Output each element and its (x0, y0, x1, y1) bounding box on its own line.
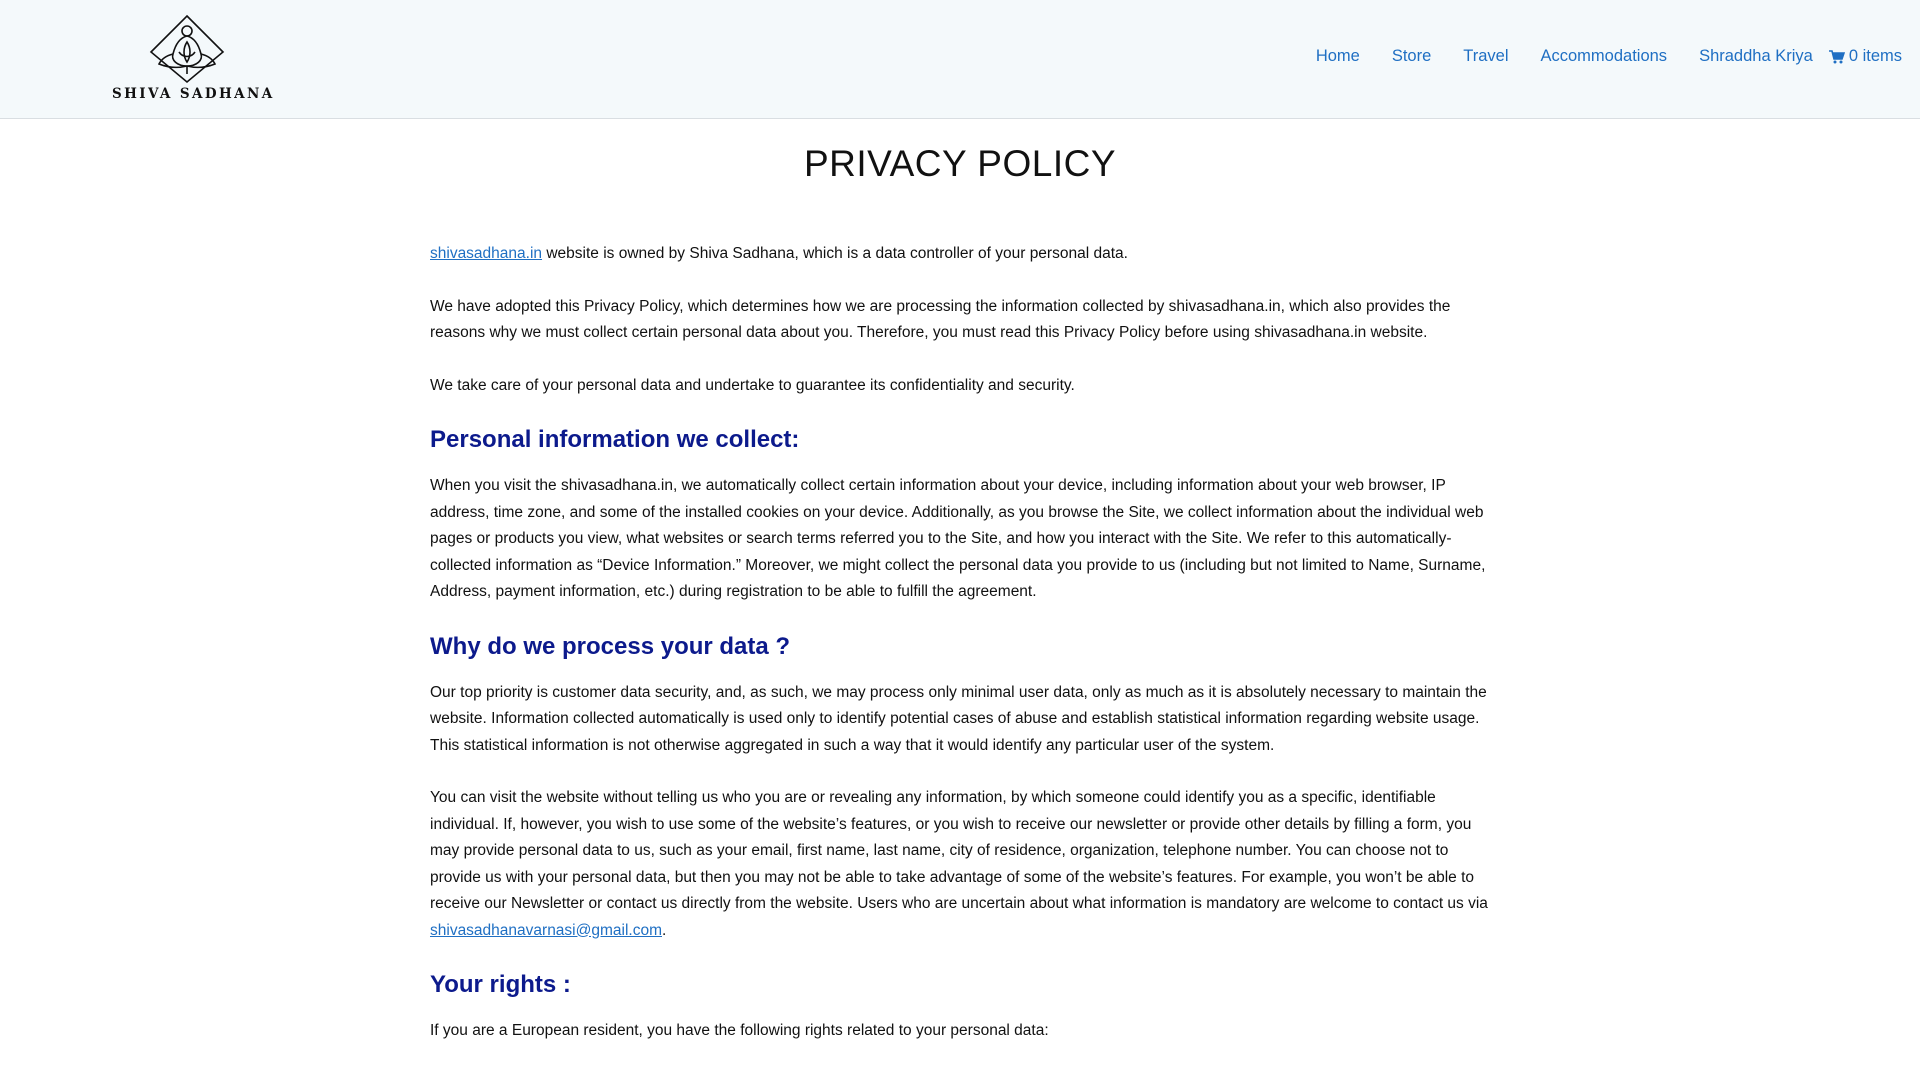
intro-text: website is owned by Shiva Sadhana, which… (542, 245, 1128, 262)
nav-store[interactable]: Store (1392, 47, 1431, 66)
visit-paragraph: You can visit the website without tellin… (430, 785, 1492, 944)
collect-paragraph: When you visit the shivasadhana.in, we a… (430, 477, 1486, 600)
adopted-paragraph: We have adopted this Privacy Policy, whi… (430, 297, 1451, 342)
cart-link[interactable]: 0 items (1828, 47, 1902, 66)
nav-shraddha-kriya[interactable]: Shraddha Kriya (1699, 47, 1813, 66)
rights-paragraph: If you are a European resident, you have… (430, 1022, 1049, 1039)
rights-heading: Your rights : (430, 971, 571, 998)
visit-text: You can visit the website without tellin… (430, 789, 1488, 912)
site-header: SHIVA SADHANA Home Store Travel Accommod… (0, 0, 1920, 119)
meditation-lotus-icon (149, 14, 225, 84)
policy-content: shivasadhana.in website is owned by Shiv… (430, 241, 1492, 1071)
site-link[interactable]: shivasadhana.in (430, 245, 542, 262)
collect-heading: Personal information we collect: (430, 426, 800, 453)
why-heading: Why do we process your data ? (430, 632, 791, 660)
why-paragraph: Our top priority is customer data securi… (430, 683, 1487, 754)
page-title: PRIVACY POLICY (803, 143, 1116, 184)
intro-paragraph: shivasadhana.in website is owned by Shiv… (430, 241, 1492, 268)
logo-text: SHIVA SADHANA (112, 86, 275, 102)
care-paragraph: We take care of your personal data and u… (430, 376, 1075, 394)
main-navigation: Home Store Travel Accommodations Shraddh… (1284, 47, 1902, 66)
nav-home[interactable]: Home (1316, 47, 1360, 66)
cart-count: 0 items (1848, 47, 1902, 65)
site-logo[interactable]: SHIVA SADHANA (112, 14, 275, 106)
shopping-cart-icon (1828, 49, 1845, 63)
nav-accommodations[interactable]: Accommodations (1541, 47, 1668, 66)
contact-email-link[interactable]: shivasadhanavarnasi@gmail.com (430, 922, 662, 939)
nav-travel[interactable]: Travel (1463, 47, 1508, 66)
visit-end: . (662, 921, 667, 939)
